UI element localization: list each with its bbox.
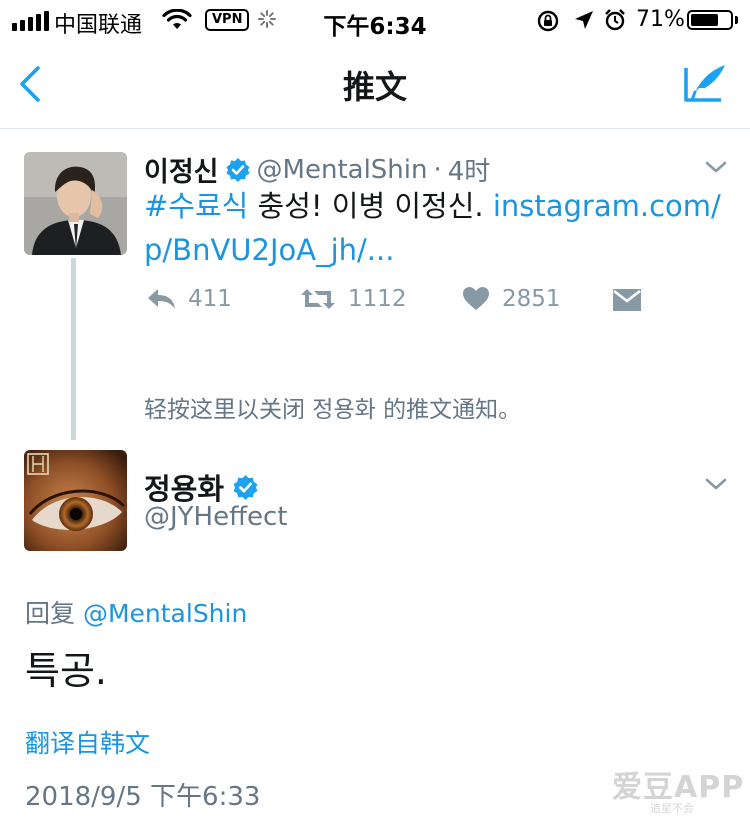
heart-icon	[463, 287, 489, 310]
tweet-timestamp: 2018/9/5 下午6:33	[25, 782, 261, 812]
chevron-down-icon[interactable]	[704, 476, 728, 492]
compose-tweet-icon[interactable]	[683, 60, 729, 106]
dot-separator: ·	[433, 154, 442, 185]
tweet-text: 특공.	[25, 649, 107, 693]
watermark-subtitle: 追星不会	[650, 802, 694, 815]
status-bar: 中国联通 VPN 下午6:34 71%	[0, 0, 750, 40]
retweet-action[interactable]: 1112	[300, 286, 407, 312]
direct-message-icon[interactable]	[612, 288, 642, 312]
reply-count: 411	[188, 286, 232, 312]
author-handle[interactable]: @MentalShin	[257, 155, 428, 185]
tweet-time: 4时	[447, 157, 491, 187]
rotation-lock-icon	[537, 10, 559, 32]
verified-badge-icon	[233, 474, 258, 500]
page-title: 推文	[342, 68, 407, 106]
verified-badge-icon	[226, 157, 250, 182]
chevron-down-icon[interactable]	[704, 159, 728, 175]
author-handle[interactable]: @JYHeffect	[144, 502, 288, 532]
avatar-photo	[24, 152, 127, 255]
retweet-count: 1112	[348, 286, 407, 312]
translate-link[interactable]: 翻译自韩文	[25, 724, 150, 760]
reply-mention-link[interactable]: @MentalShin	[83, 599, 247, 628]
avatar[interactable]	[24, 152, 127, 255]
reply-action[interactable]: 411	[146, 286, 232, 312]
alarm-clock-icon	[605, 9, 625, 31]
location-arrow-icon	[575, 11, 593, 29]
tweet-text-body: 충성! 이병 이정신.	[248, 189, 493, 223]
nav-divider	[0, 128, 750, 129]
battery-fill	[691, 14, 718, 26]
reply-context: 回复 @MentalShin	[25, 594, 247, 630]
like-action[interactable]: 2851	[462, 286, 561, 312]
avatar-photo	[24, 450, 127, 551]
battery-percent: 71%	[636, 7, 685, 32]
battery-icon	[687, 10, 733, 30]
avatar[interactable]	[24, 450, 127, 551]
reply-prefix: 回复	[25, 599, 83, 628]
reply-icon	[148, 289, 175, 309]
like-count: 2851	[502, 286, 561, 312]
notification-toggle-notice[interactable]: 轻按这里以关闭 정용화 的推文通知。	[144, 390, 521, 424]
battery-tip	[735, 16, 738, 24]
hashtag-link[interactable]: #수료식	[144, 189, 248, 223]
thread-connector	[71, 258, 76, 440]
tweet-text: #수료식 충성! 이병 이정신. instagram.com/p/BnVU2Jo…	[144, 184, 734, 272]
retweet-icon	[301, 289, 335, 309]
